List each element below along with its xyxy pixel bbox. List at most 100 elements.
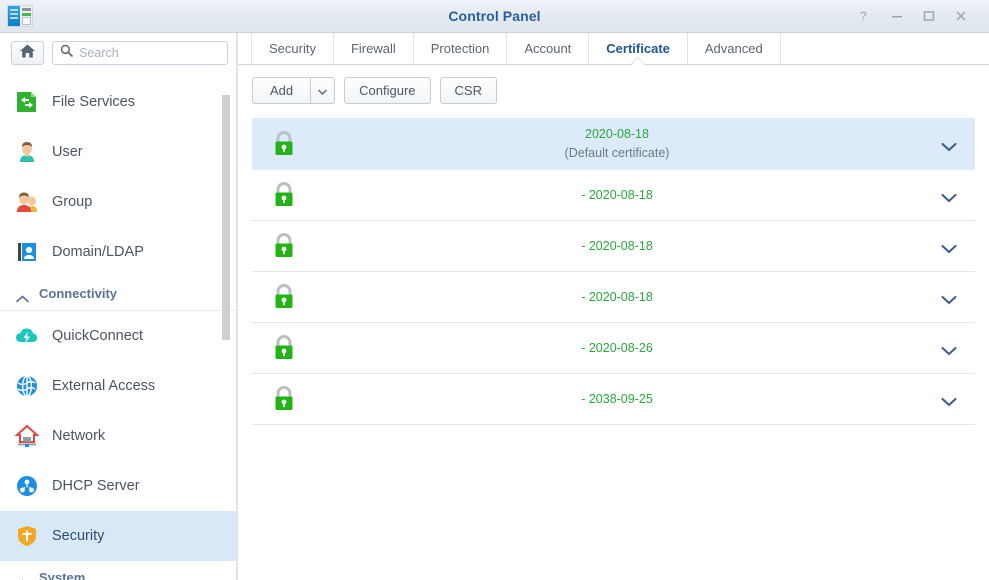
sidebar-item-label: File Services [52,94,135,110]
certificate-info: - 2020-08-18 [299,237,975,256]
sidebar-item-domain-ldap[interactable]: Domain/LDAP [0,227,237,277]
tab-protection[interactable]: Protection [412,33,507,64]
sidebar-scrollbar-thumb[interactable] [222,95,230,340]
certificate-name: - 2020-08-18 [581,289,653,304]
table-row[interactable]: - 2020-08-18 [252,272,975,323]
certificate-info: - 2020-08-18 [299,186,975,205]
sidebar-item-group[interactable]: Group [0,177,237,227]
content-area: Security Firewall Protection Account Cer… [238,33,989,580]
certificate-info: - 2038-09-25 [299,390,975,409]
window-title: Control Panel [448,8,541,24]
certificate-info: 2020-08-18 (Default certificate) [299,125,975,163]
sidebar-item-security[interactable]: Security [0,511,237,561]
search-input[interactable] [79,46,220,60]
sidebar-item-network[interactable]: Network [0,411,237,461]
tab-security[interactable]: Security [251,33,333,64]
lock-icon [269,128,299,160]
sidebar-item-label: External Access [52,378,156,394]
certificate-list: 2020-08-18 (Default certificate) - 2020-… [252,118,975,425]
certificate-info: - 2020-08-18 [299,288,975,307]
sidebar-item-file-services[interactable]: File Services [0,77,237,127]
control-panel-window: Control Panel ? Search File Services Use… [0,0,989,580]
certificate-name: - 2020-08-26 [581,340,653,355]
tab-label: Advanced [704,41,763,56]
table-row[interactable]: - 2038-09-25 [252,374,975,425]
sidebar-item-label: Security [52,528,105,544]
search-box[interactable] [52,41,228,65]
certificate-name: - 2020-08-18 [581,238,653,253]
sidebar: File Services User [0,33,238,580]
sidebar-item-label: Network [52,428,106,444]
certificate-name: 2020-08-18 [585,127,649,141]
chevron-down-icon[interactable] [941,241,957,254]
sidebar-section-system[interactable]: System [0,561,237,580]
sidebar-scrollbar-track [236,33,237,580]
home-icon [19,43,36,64]
lock-icon [269,281,299,313]
control-panel-icon [7,4,33,28]
minimize-button[interactable] [881,3,913,29]
add-dropdown-button[interactable] [310,77,336,104]
chevron-down-icon[interactable] [941,394,957,407]
help-button[interactable]: ? [849,3,881,29]
maximize-button[interactable] [913,3,945,29]
sidebar-item-user[interactable]: User [0,127,237,177]
network-icon [14,423,40,449]
csr-button[interactable]: CSR [439,77,497,104]
configure-button[interactable]: Configure [344,77,431,104]
security-shield-icon [14,523,40,549]
chevron-down-icon[interactable] [941,139,957,152]
tab-firewall[interactable]: Firewall [332,33,413,64]
tab-advanced[interactable]: Advanced [686,33,781,64]
window-body: File Services User [0,33,989,580]
chevron-down-icon[interactable] [941,190,957,203]
lock-icon [269,383,299,415]
table-row[interactable]: 2020-08-18 (Default certificate) [252,119,975,170]
certificate-name: - 2038-09-25 [581,391,653,406]
add-button[interactable]: Add [252,77,311,104]
certificate-toolbar: Add Configure CSR [238,65,989,115]
domain-ldap-icon [14,239,40,265]
lock-icon [269,332,299,364]
sidebar-item-quickconnect[interactable]: QuickConnect [0,311,237,361]
window-controls: ? [849,3,989,29]
tab-bar: Security Firewall Protection Account Cer… [238,33,989,65]
user-icon [14,139,40,165]
sidebar-item-dhcp-server[interactable]: DHCP Server [0,461,237,511]
certificate-name: - 2020-08-18 [581,187,653,202]
sidebar-item-label: DHCP Server [52,478,140,494]
tab-account[interactable]: Account [506,33,588,64]
table-row[interactable]: - 2020-08-26 [252,323,975,374]
sidebar-section-connectivity[interactable]: Connectivity [0,277,237,311]
quickconnect-icon [14,323,40,349]
sidebar-section-label: Connectivity [39,286,118,301]
close-button[interactable] [945,3,977,29]
sidebar-item-label: Group [52,194,93,210]
csr-button-label: CSR [454,83,482,98]
certificate-subtitle: (Default certificate) [564,146,670,160]
sidebar-nav-list: File Services User Group Domain/LDAP Con… [0,77,237,580]
sidebar-item-label: QuickConnect [52,328,144,344]
table-row[interactable]: - 2020-08-18 [252,221,975,272]
tab-label: Firewall [350,41,396,56]
tab-label: Security [269,41,316,56]
file-services-icon [14,89,40,115]
add-split-button: Add [252,77,336,104]
chevron-down-icon[interactable] [941,343,957,356]
chevron-up-icon [16,574,29,580]
add-button-label: Add [270,83,294,98]
active-tab-caret-icon [631,58,646,65]
tab-certificate[interactable]: Certificate [588,33,687,65]
sidebar-item-label: User [52,144,83,160]
chevron-down-icon[interactable] [941,292,957,305]
sidebar-search-row [0,33,237,71]
sidebar-item-external-access[interactable]: External Access [0,361,237,411]
table-row[interactable]: - 2020-08-18 [252,170,975,221]
sidebar-item-label: Domain/LDAP [52,244,144,260]
external-access-icon [14,373,40,399]
tab-label: Protection [430,41,490,56]
home-button[interactable] [11,41,45,65]
search-icon [60,44,73,62]
lock-icon [269,179,299,211]
certificate-info: - 2020-08-26 [299,339,975,358]
